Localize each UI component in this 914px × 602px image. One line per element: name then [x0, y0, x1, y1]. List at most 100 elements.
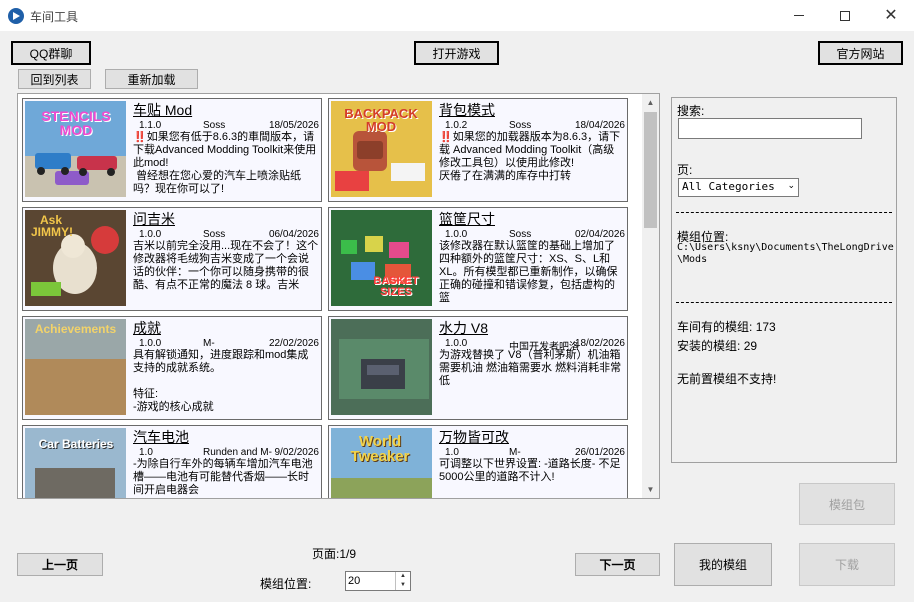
mod-pack-button[interactable]: 模组包 [799, 483, 895, 525]
thumbnail-label: BASKET SIZES [373, 275, 419, 298]
maximize-icon [840, 10, 850, 21]
reload-button[interactable]: 重新加载 [105, 69, 198, 89]
no-preset-warning: 无前置模组不支持! [677, 372, 777, 386]
mod-date: 26/01/2026 [574, 447, 625, 458]
workshop-count-value: 173 [755, 320, 776, 334]
stepper-down-icon[interactable]: ▼ [396, 581, 410, 590]
my-mods-button[interactable]: 我的模组 [674, 543, 772, 586]
mod-title[interactable]: 成就 [133, 318, 161, 338]
filter-panel: 搜索: 页: All Categories ⌄ 模组位置: C:\Users\k… [671, 97, 897, 463]
mod-version: 1.0.0 [139, 338, 162, 349]
thumbnail-label: STENCILS MOD [41, 108, 111, 138]
mod-card[interactable]: Achievements 成就 1.0.0 M- 22/02/2026 具有解锁… [22, 316, 322, 420]
download-button[interactable]: 下载 [799, 543, 895, 586]
mod-description: 吉米以前完全没用...现在不会了！这个修改器将毛绒狗吉米变成了一个会说话的伙伴：… [133, 240, 319, 291]
mod-author: Soss [203, 120, 226, 131]
mod-version: 1.0 [445, 447, 459, 458]
mod-card[interactable]: BASKET SIZES 篮筐尺寸 1.0.0 Soss 02/04/2026 … [328, 207, 628, 311]
mod-version: 1.1.0 [139, 120, 162, 131]
category-select[interactable]: All Categories ⌄ [678, 178, 799, 197]
mod-description: 该修改器在默认篮筐的基础上增加了四种额外的篮筐尺寸：XS、S、L和XL。所有模型… [439, 240, 618, 304]
official-site-button[interactable]: 官方网站 [818, 41, 903, 65]
mod-title[interactable]: 车贴 Mod [133, 100, 192, 120]
thumbnail-label: BACKPACK MOD [344, 106, 418, 134]
mod-version: 1.0.0 [445, 338, 468, 349]
back-to-list-button[interactable]: 回到列表 [18, 69, 91, 89]
scroll-thumb[interactable] [644, 112, 657, 228]
close-icon: ✕ [884, 6, 898, 24]
mod-location-path: C:\Users\ksny\Documents\TheLongDrive\Mod… [677, 242, 894, 265]
minimize-button[interactable] [776, 0, 822, 31]
qq-group-button[interactable]: QQ群聊 [11, 41, 91, 65]
mod-description: 可调整以下世界设置: -道路长度- 不足5000公里的道路不计入! [439, 458, 621, 483]
mod-description: 具有解锁通知，进度跟踪和mod集成支持的成就系统。 特征: -游戏的核心成就 [133, 349, 309, 413]
workshop-count-row: 车间有的模组: 173 [677, 318, 776, 335]
mod-position-stepper[interactable]: 20 ▲ ▼ [345, 571, 411, 591]
mod-title[interactable]: 问吉米 [133, 209, 175, 229]
mod-position-value: 20 [348, 575, 361, 587]
chevron-down-icon: ⌄ [787, 181, 795, 191]
mod-card[interactable]: Ask JIMMY! 问吉米 1.0.0 Soss 06/04/2026 吉米以… [22, 207, 322, 311]
mod-thumbnail: Ask JIMMY! [25, 210, 126, 306]
thumbnail-label: Ask JIMMY! [31, 213, 73, 239]
mod-card[interactable]: BACKPACK MOD 背包模式 1.0.2 Soss 18/04/2026 … [328, 98, 628, 202]
launch-game-button[interactable]: 打开游戏 [414, 41, 499, 65]
stepper-arrows: ▲ ▼ [395, 572, 410, 590]
mod-version: 1.0.2 [445, 120, 468, 131]
mod-author: Soss [509, 229, 532, 240]
thumbnail-label: Car Batteries [38, 437, 114, 451]
mod-title[interactable]: 水力 V8 [439, 318, 488, 338]
category-selected: All Categories [682, 180, 775, 193]
prev-page-button[interactable]: 上一页 [17, 553, 103, 576]
mod-title[interactable]: 汽车电池 [133, 427, 189, 447]
next-page-button[interactable]: 下一页 [575, 553, 660, 576]
close-button[interactable]: ✕ [868, 0, 914, 31]
window-title: 车间工具 [30, 10, 79, 24]
mod-date: 18/05/2026 [268, 120, 319, 131]
mod-title[interactable]: 篮筐尺寸 [439, 209, 495, 229]
mod-description: 为游戏替换了 V8（普利茅斯）机油箱需要机油 燃油箱需要水 燃料消耗非常低 [439, 349, 622, 387]
mod-date: 02/04/2026 [574, 229, 625, 240]
mod-description: ‼️如果您有低于8.6.3的車間版本，请下载Advanced Modding T… [133, 131, 317, 195]
mod-date: 22/02/2026 [268, 338, 319, 349]
divider [676, 212, 892, 213]
mod-version: 1.0.0 [139, 229, 162, 240]
scroll-up-icon[interactable]: ▲ [642, 94, 659, 111]
maximize-button[interactable] [822, 0, 868, 31]
title-bar: 车间工具 ✕ [0, 0, 914, 31]
mod-author: M- [203, 338, 215, 349]
mod-card[interactable]: 水力 V8 1.0.0 中国开发者吧洛 18/02/2026 为游戏替换了 V8… [328, 316, 628, 420]
mod-title[interactable]: 背包模式 [439, 100, 495, 120]
divider [676, 302, 892, 303]
mod-author: Runden and M- [203, 447, 272, 458]
search-label: 搜索: [677, 104, 705, 118]
workshop-count-label: 车间有的模组: [677, 320, 753, 334]
mod-title[interactable]: 万物皆可改 [439, 427, 509, 447]
mod-thumbnail: Car Batteries [25, 428, 126, 498]
stepper-up-icon[interactable]: ▲ [396, 572, 410, 581]
mod-author: Soss [203, 229, 226, 240]
mod-card[interactable]: Car Batteries 汽车电池 1.0 Runden and M- 9/0… [22, 425, 322, 498]
mod-thumbnail [331, 319, 432, 415]
mod-list: STENCILS MOD 车贴 Mod 1.1.0 Soss 18/05/202… [17, 93, 660, 499]
mod-thumbnail: BASKET SIZES [331, 210, 432, 306]
mod-thumbnail: World Tweaker [331, 428, 432, 498]
mod-author: M- [509, 447, 521, 458]
mod-thumbnail: Achievements [25, 319, 126, 415]
category-label: 页: [677, 163, 693, 177]
mod-card[interactable]: World Tweaker 万物皆可改 1.0 M- 26/01/2026 可调… [328, 425, 628, 498]
search-input[interactable] [678, 118, 862, 139]
mod-date: 06/04/2026 [268, 229, 319, 240]
page-indicator: 页面:1/9 [312, 547, 357, 561]
mod-description: ‼️如果您的加载器版本为8.6.3，请下载 Advanced Modding T… [439, 131, 621, 182]
mod-card[interactable]: STENCILS MOD 车贴 Mod 1.1.0 Soss 18/05/202… [22, 98, 322, 202]
mod-description: -为除自行车外的每辆车增加汽车电池槽——电池有可能替代香烟——长时间开启电器会 [133, 458, 313, 496]
mod-date: 9/02/2026 [274, 447, 320, 458]
mod-date: 18/04/2026 [574, 120, 625, 131]
installed-count-value: 29 [743, 339, 758, 353]
scroll-down-icon[interactable]: ▼ [642, 481, 659, 498]
mod-list-scrollbar[interactable]: ▲ ▼ [642, 94, 659, 498]
app-logo-icon [8, 8, 24, 24]
mod-version: 1.0.0 [445, 229, 468, 240]
mod-position-label: 模组位置: [260, 577, 312, 591]
